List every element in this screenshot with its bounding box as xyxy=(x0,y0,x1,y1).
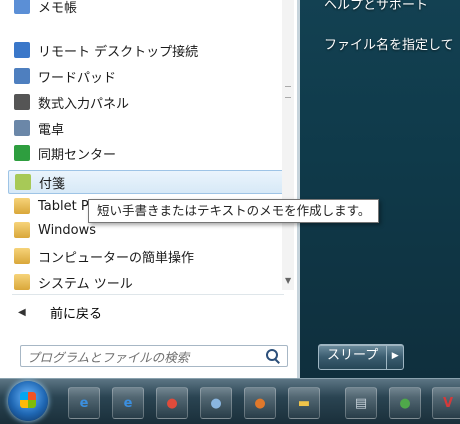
program-item[interactable]: リモート デスクトップ接続 xyxy=(8,38,286,62)
program-item[interactable]: 同期センター xyxy=(8,141,286,165)
program-item-label: 電卓 xyxy=(38,122,65,138)
program-item-label: コンピューターの簡単操作 xyxy=(38,250,195,266)
program-item[interactable]: 数式入力パネル xyxy=(8,90,286,114)
program-item[interactable]: コンピューターの簡単操作 xyxy=(8,244,286,268)
explorer-icon[interactable]: ▬ xyxy=(288,387,320,419)
program-item-label: リモート デスクトップ接続 xyxy=(38,44,199,60)
start-menu-right-pane: ヘルプとサポート ファイル名を指定して スリープ ▶ xyxy=(300,0,460,378)
program-item-label: 数式入力パネル xyxy=(38,96,130,112)
program-item[interactable]: 電卓 xyxy=(8,116,286,140)
folder-icon xyxy=(14,222,30,238)
chrome-icon[interactable]: ● xyxy=(156,387,188,419)
program-item-label: メモ帳 xyxy=(38,0,78,16)
start-orb-icon[interactable] xyxy=(8,381,48,421)
scroll-down-arrow-icon[interactable]: ▼ xyxy=(285,276,291,285)
program-item[interactable]: システム ツール xyxy=(8,270,286,294)
math-input-icon xyxy=(14,94,30,110)
taskbar: e e ● ● ● ▬ ▤ ● V xyxy=(0,378,460,424)
divider xyxy=(12,294,284,295)
tooltip: 短い手書きまたはテキストのメモを作成します。 xyxy=(88,199,380,223)
start-menu-programs-pane: メモ帳 リモート デスクトップ接続 ワードパッド 数式入力パネル 電卓 同期センター 付箋 T… xyxy=(0,0,300,378)
remote-desktop-icon xyxy=(14,42,30,58)
ie-icon-2[interactable]: e xyxy=(112,387,144,419)
search-icon[interactable] xyxy=(265,348,281,364)
program-item-label: 同期センター xyxy=(38,147,117,163)
folder-icon xyxy=(14,248,30,264)
calculator-icon xyxy=(14,120,30,136)
firefox-icon[interactable]: ● xyxy=(244,387,276,419)
back-arrow-icon: ◀ xyxy=(18,306,26,318)
run-link[interactable]: ファイル名を指定して xyxy=(324,34,454,53)
ie-icon[interactable]: e xyxy=(68,387,100,419)
back-button[interactable]: ◀ 前に戻る xyxy=(8,302,102,322)
program-item[interactable]: メモ帳 xyxy=(8,0,286,18)
sleep-label: スリープ xyxy=(319,345,388,369)
folder-icon xyxy=(14,198,30,214)
programs-scrollbar[interactable]: ▼ xyxy=(282,0,294,290)
v-app-icon[interactable]: V xyxy=(432,387,460,419)
media-icon[interactable]: ● xyxy=(200,387,232,419)
program-item[interactable]: 付箋 xyxy=(8,170,286,194)
app-icon[interactable]: ▤ xyxy=(345,387,377,419)
sticky-notes-icon xyxy=(15,174,31,190)
folder-icon xyxy=(14,274,30,290)
search-input[interactable]: プログラムとファイルの検索 xyxy=(20,345,288,367)
program-item-label: システム ツール xyxy=(38,276,133,292)
program-item-label: 付箋 xyxy=(39,176,66,192)
program-item-label: Windows xyxy=(38,222,97,238)
sleep-button[interactable]: スリープ ▶ xyxy=(318,344,405,370)
globe-icon[interactable]: ● xyxy=(389,387,421,419)
search-placeholder: プログラムとファイルの検索 xyxy=(27,349,190,365)
program-item-label: ワードパッド xyxy=(38,70,117,86)
scrollbar-grip[interactable] xyxy=(285,86,291,98)
wordpad-icon xyxy=(14,68,30,84)
shutdown-options-arrow-icon[interactable]: ▶ xyxy=(387,345,403,369)
notepad-icon xyxy=(14,0,30,14)
back-label: 前に戻る xyxy=(50,306,103,322)
sync-center-icon xyxy=(14,145,30,161)
program-item[interactable]: ワードパッド xyxy=(8,64,286,88)
help-and-support-link[interactable]: ヘルプとサポート xyxy=(324,0,428,13)
